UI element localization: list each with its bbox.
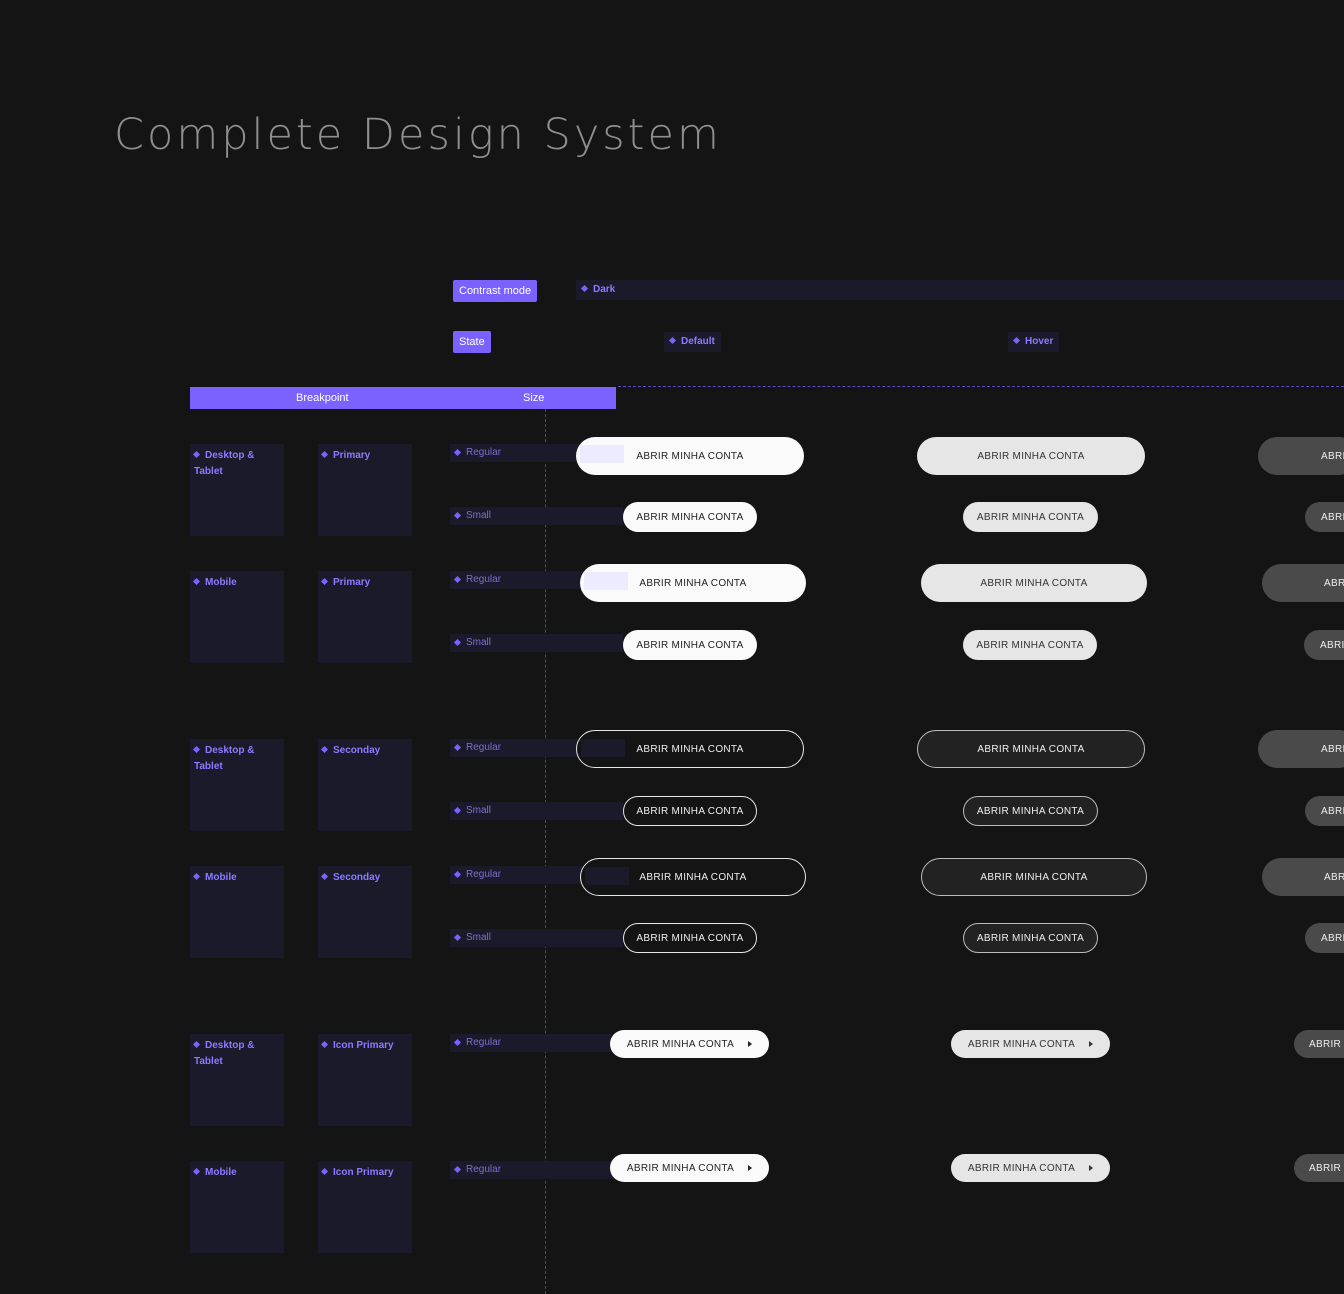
secondary-button-small-hover[interactable]: ABRIR MINHA CONTA bbox=[963, 923, 1098, 953]
breakpoint-card: Mobile bbox=[190, 571, 284, 663]
icon-primary-button-hover[interactable]: ABRIR MINHA CONTA bbox=[951, 1030, 1110, 1058]
size-regular: Regular bbox=[450, 1161, 615, 1179]
secondary-button-regular-default[interactable]: ABRIR MINHA CONTA bbox=[576, 730, 804, 768]
state-label: State bbox=[453, 331, 491, 353]
breakpoint-card: Desktop & Tablet bbox=[190, 739, 284, 831]
secondary-button-regular-hover[interactable]: ABRIR MINHA CONTA bbox=[921, 858, 1147, 896]
diamond-icon bbox=[320, 745, 329, 753]
secondary-button-small-pressed[interactable]: ABRI bbox=[1305, 796, 1344, 826]
diamond-icon bbox=[580, 284, 589, 292]
primary-button-small-pressed[interactable]: ABRI bbox=[1305, 502, 1344, 532]
state-default[interactable]: Default bbox=[664, 332, 721, 352]
divider-dashed bbox=[618, 386, 1344, 387]
diamond-icon bbox=[192, 745, 201, 753]
size-regular: Regular bbox=[450, 444, 581, 462]
secondary-button-small-default[interactable]: ABRIR MINHA CONTA bbox=[623, 796, 757, 826]
secondary-button-regular-pressed[interactable]: ABR bbox=[1262, 858, 1344, 896]
state-hover[interactable]: Hover bbox=[1008, 332, 1060, 352]
icon-primary-button-default[interactable]: ABRIR MINHA CONTA bbox=[610, 1154, 769, 1182]
icon-primary-button-pressed[interactable]: ABRIR M bbox=[1294, 1030, 1344, 1058]
breakpoint-header: Breakpoint bbox=[296, 392, 349, 404]
secondary-button-small-pressed[interactable]: ABRI bbox=[1305, 923, 1344, 953]
size-small: Small bbox=[450, 634, 623, 652]
variant-card: Primary bbox=[318, 444, 412, 536]
diamond-icon bbox=[192, 1167, 201, 1175]
diamond-icon bbox=[453, 870, 462, 879]
caret-right-icon bbox=[748, 1165, 753, 1171]
primary-button-small-pressed[interactable]: ABRI bbox=[1304, 630, 1344, 660]
diamond-icon bbox=[668, 336, 677, 344]
secondary-button-small-hover[interactable]: ABRIR MINHA CONTA bbox=[963, 796, 1098, 826]
table-header: Breakpoint Size bbox=[190, 387, 616, 409]
secondary-button-small-default[interactable]: ABRIR MINHA CONTA bbox=[623, 923, 757, 953]
diamond-icon bbox=[453, 743, 462, 752]
size-small: Small bbox=[450, 802, 623, 820]
primary-button-regular-hover[interactable]: ABRIR MINHA CONTA bbox=[917, 437, 1145, 475]
primary-button-regular-hover[interactable]: ABRIR MINHA CONTA bbox=[921, 564, 1147, 602]
primary-button-regular-default[interactable]: ABRIR MINHA CONTA bbox=[580, 564, 806, 602]
diamond-icon bbox=[453, 575, 462, 584]
variant-card: Icon Primary bbox=[318, 1161, 412, 1253]
diamond-icon bbox=[320, 1167, 329, 1175]
diamond-icon bbox=[453, 511, 462, 520]
diamond-icon bbox=[192, 577, 201, 585]
diamond-icon bbox=[453, 448, 462, 457]
caret-right-icon bbox=[1089, 1041, 1094, 1047]
caret-right-icon bbox=[1089, 1165, 1094, 1171]
diamond-icon bbox=[453, 1165, 462, 1174]
diamond-icon bbox=[453, 933, 462, 942]
diamond-icon bbox=[192, 450, 201, 458]
primary-button-regular-pressed[interactable]: ABR bbox=[1262, 564, 1344, 602]
size-small: Small bbox=[450, 507, 623, 525]
primary-button-small-default[interactable]: ABRIR MINHA CONTA bbox=[623, 630, 757, 660]
breakpoint-card: Mobile bbox=[190, 866, 284, 958]
secondary-button-regular-hover[interactable]: ABRIR MINHA CONTA bbox=[917, 730, 1145, 768]
diamond-icon bbox=[320, 1040, 329, 1048]
diamond-icon bbox=[1012, 336, 1021, 344]
contrast-mode-dark[interactable]: Dark bbox=[576, 280, 1344, 300]
variant-card: Icon Primary bbox=[318, 1034, 412, 1126]
diamond-icon bbox=[320, 577, 329, 585]
size-small: Small bbox=[450, 929, 623, 947]
contrast-mode-label: Contrast mode bbox=[453, 280, 538, 302]
primary-button-small-hover[interactable]: ABRIR MINHA CONTA bbox=[963, 630, 1097, 660]
primary-button-regular-default[interactable]: ABRIR MINHA CONTA bbox=[576, 437, 804, 475]
variant-card: Seconday bbox=[318, 866, 412, 958]
primary-button-regular-pressed[interactable]: ABRI bbox=[1258, 437, 1344, 475]
size-regular: Regular bbox=[450, 866, 585, 884]
diamond-icon bbox=[192, 1040, 201, 1048]
size-header: Size bbox=[523, 392, 545, 404]
caret-right-icon bbox=[748, 1041, 753, 1047]
icon-primary-button-pressed[interactable]: ABRIR M bbox=[1294, 1154, 1344, 1182]
variant-card: Seconday bbox=[318, 739, 412, 831]
primary-button-small-hover[interactable]: ABRIR MINHA CONTA bbox=[963, 502, 1098, 532]
breakpoint-card: Desktop & Tablet bbox=[190, 444, 284, 536]
diamond-icon bbox=[453, 806, 462, 815]
diamond-icon bbox=[453, 638, 462, 647]
size-regular: Regular bbox=[450, 571, 585, 589]
variant-card: Primary bbox=[318, 571, 412, 663]
diamond-icon bbox=[192, 872, 201, 880]
primary-button-small-default[interactable]: ABRIR MINHA CONTA bbox=[623, 502, 757, 532]
secondary-button-regular-pressed[interactable]: ABRI bbox=[1258, 730, 1344, 768]
diamond-icon bbox=[453, 1038, 462, 1047]
diamond-icon bbox=[320, 450, 329, 458]
secondary-button-regular-default[interactable]: ABRIR MINHA CONTA bbox=[580, 858, 806, 896]
diamond-icon bbox=[320, 872, 329, 880]
size-regular: Regular bbox=[450, 1034, 615, 1052]
size-regular: Regular bbox=[450, 739, 581, 757]
breakpoint-card: Desktop & Tablet bbox=[190, 1034, 284, 1126]
page-title: Complete Design System bbox=[114, 110, 722, 160]
breakpoint-card: Mobile bbox=[190, 1161, 284, 1253]
icon-primary-button-default[interactable]: ABRIR MINHA CONTA bbox=[610, 1030, 769, 1058]
icon-primary-button-hover[interactable]: ABRIR MINHA CONTA bbox=[951, 1154, 1110, 1182]
